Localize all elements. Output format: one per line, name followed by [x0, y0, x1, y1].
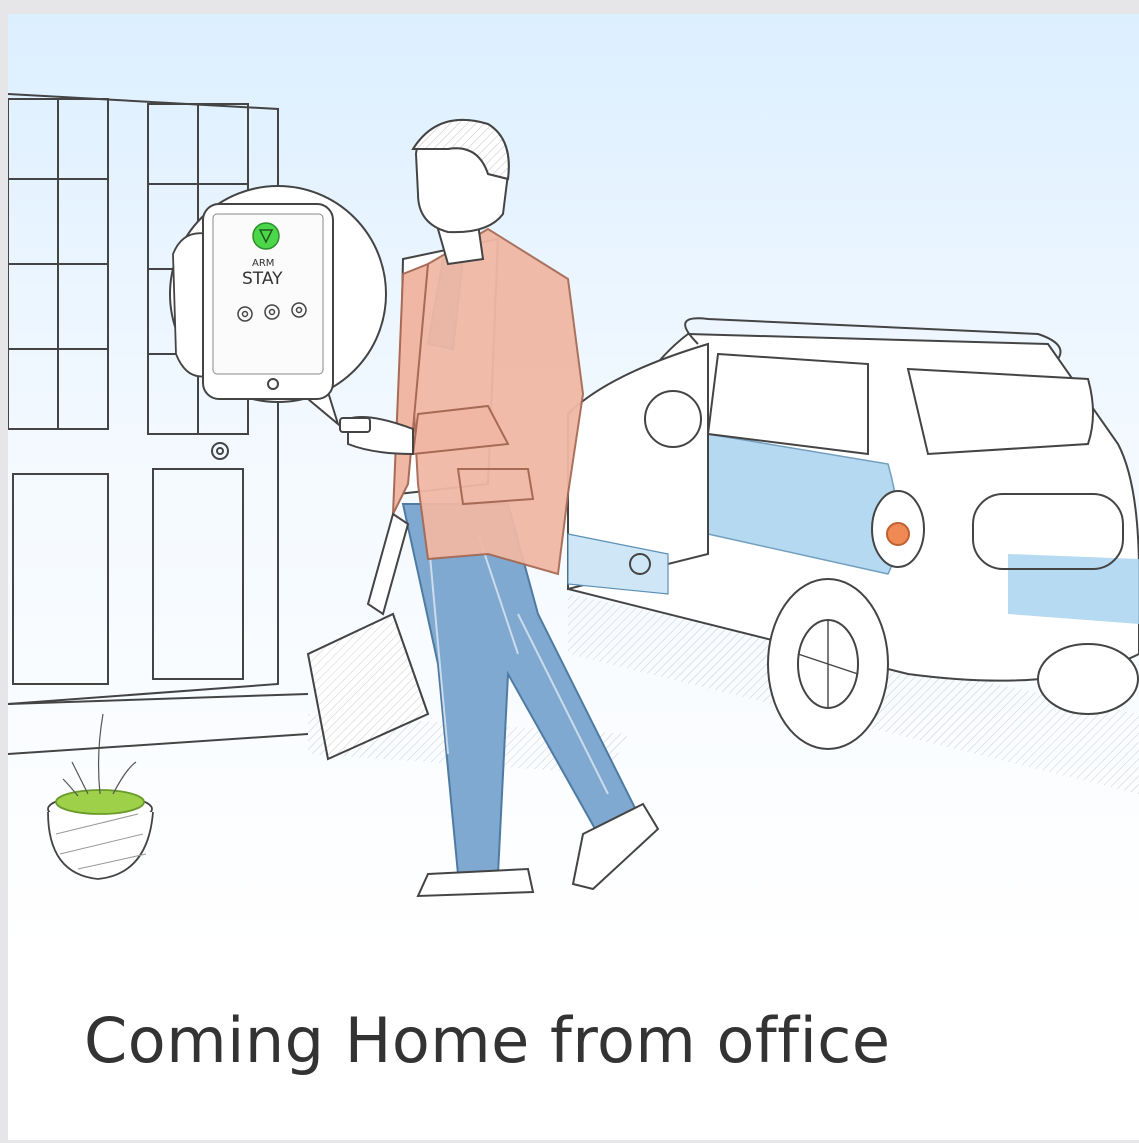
sketch-illustration: ARM STAY: [8, 14, 1139, 954]
status-indicator-icon: [252, 222, 280, 250]
phone-arm-label: ARM: [252, 258, 274, 269]
story-card[interactable]: ARM STAY Coming Home from office: [8, 14, 1139, 1140]
card-caption: Coming Home from office: [84, 1004, 891, 1077]
phone-stay-label: STAY: [242, 269, 283, 289]
